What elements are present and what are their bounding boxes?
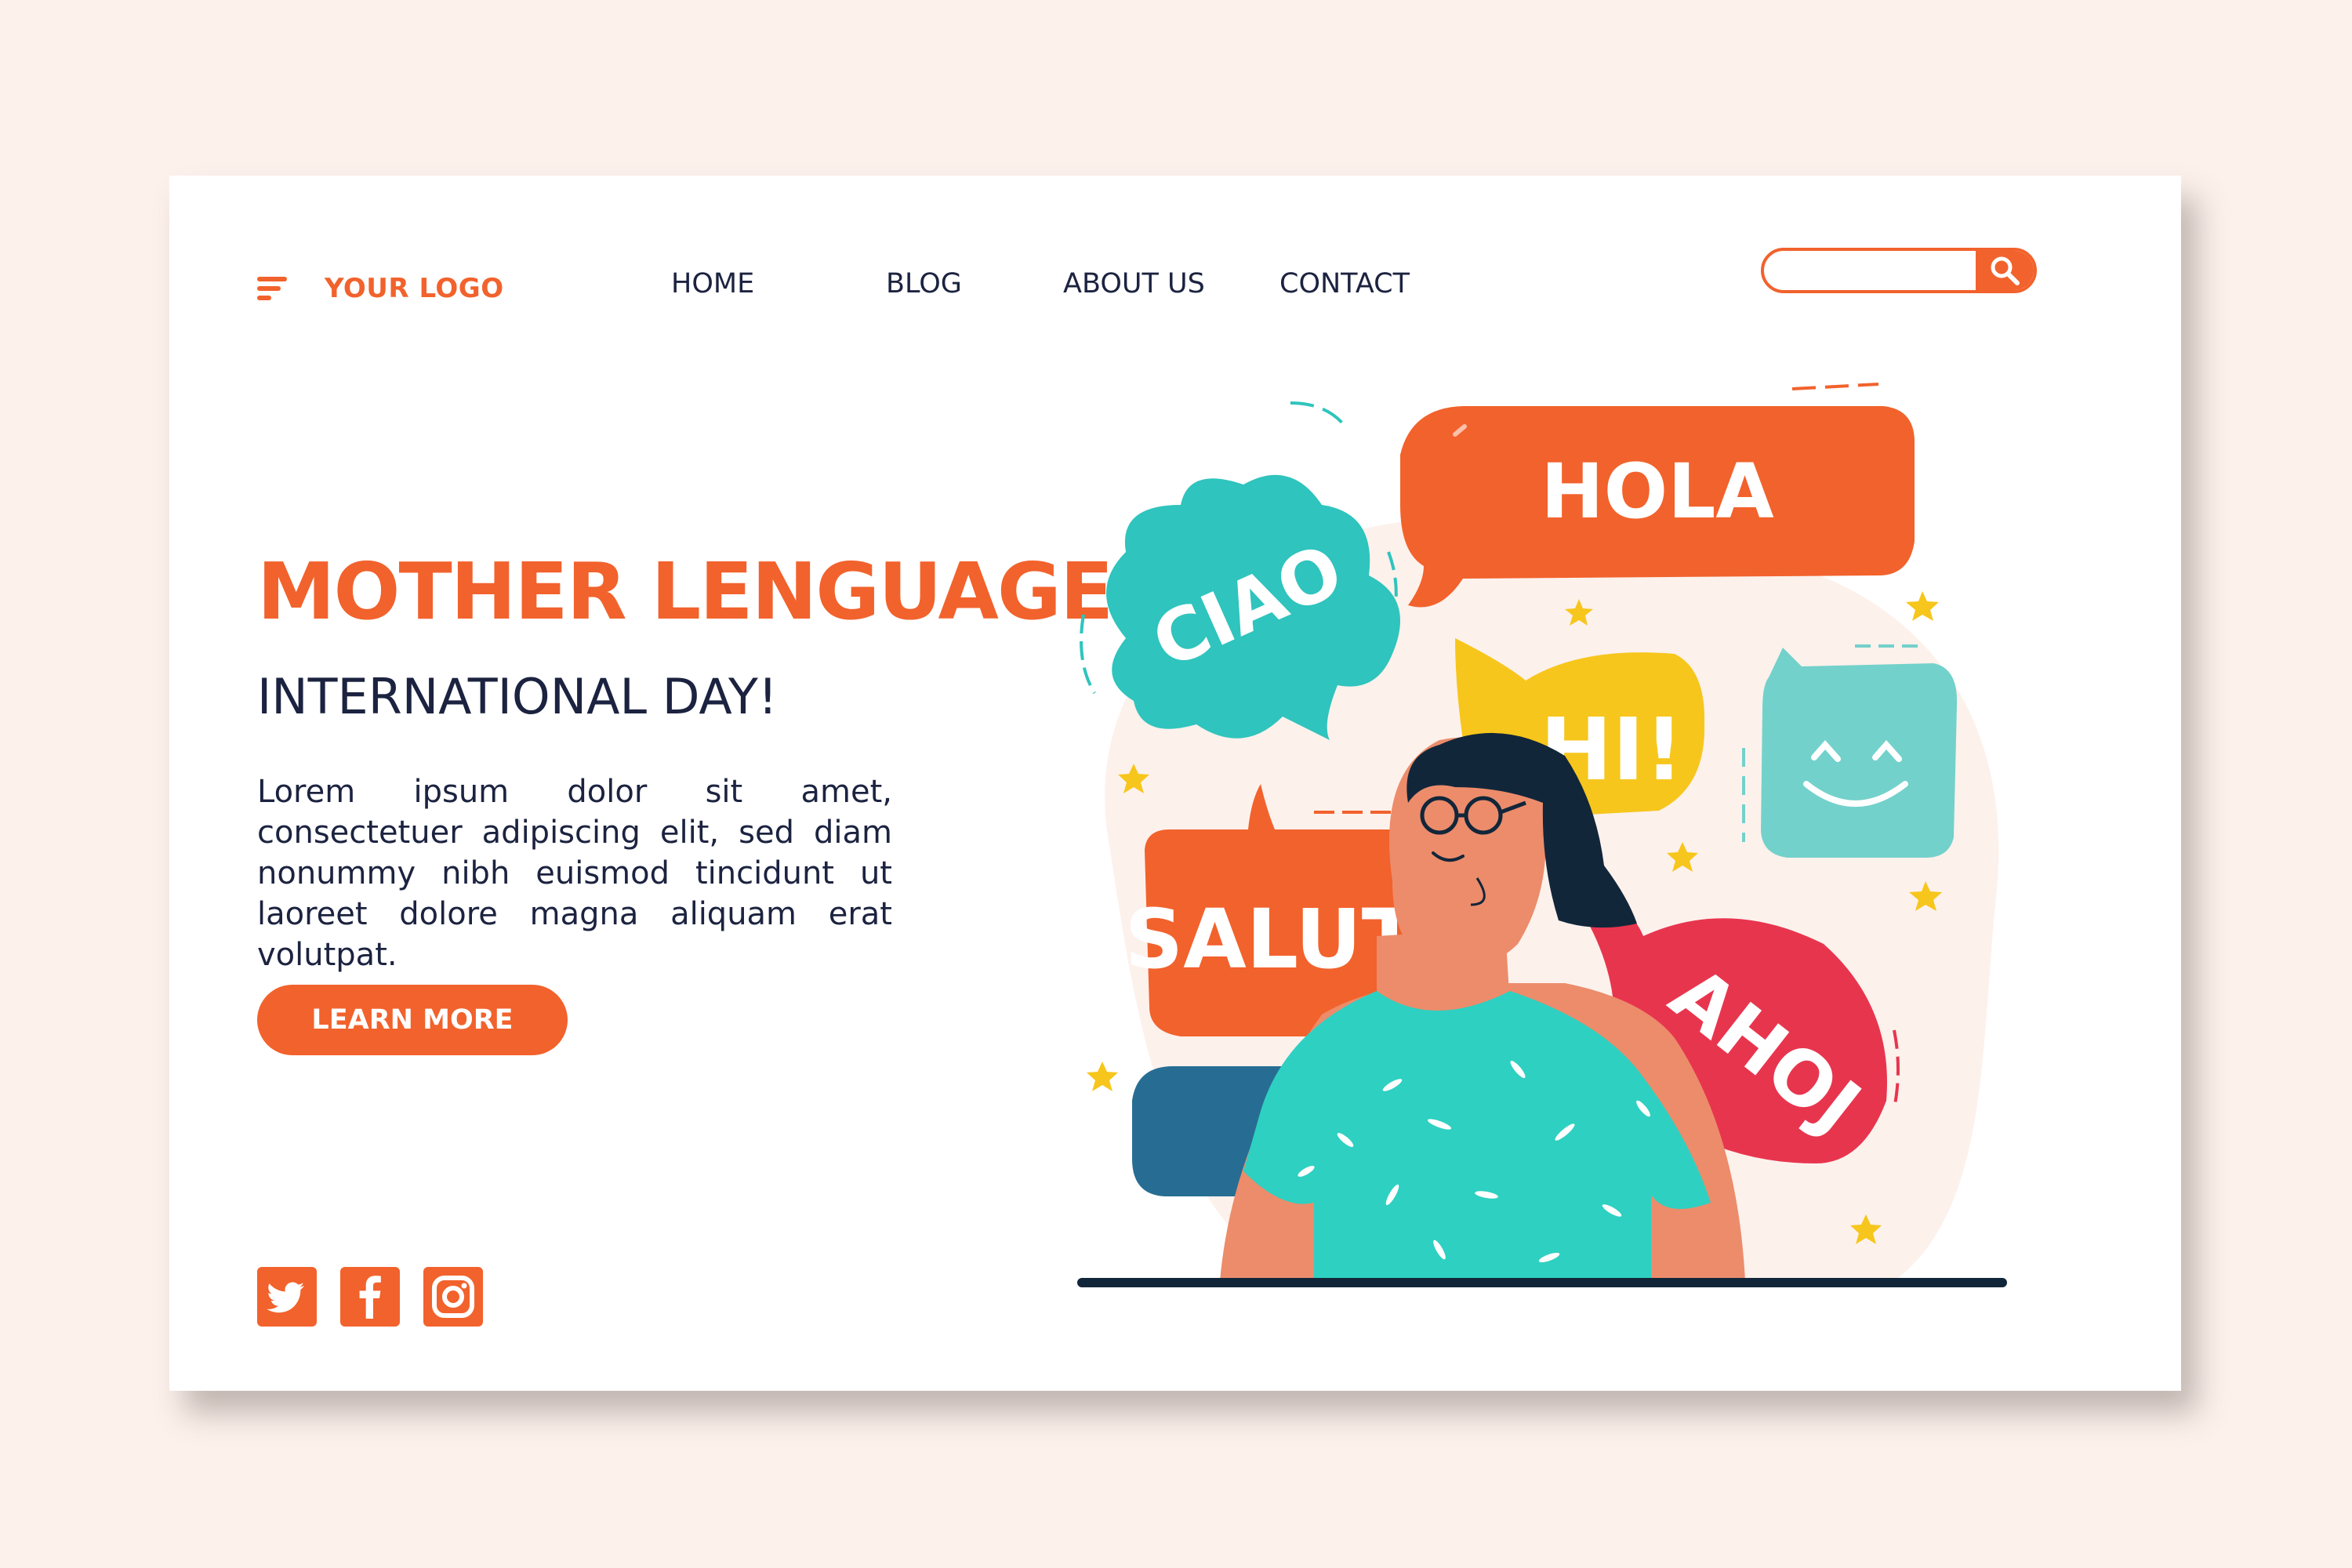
landing-page-card: YOUR LOGO HOME BLOG ABOUT US CONTACT MOT… [169, 176, 2181, 1391]
hero-illustration: HOLA HI! CIAO SALUT AHOJ [1077, 383, 2007, 1287]
salut-text: SALUT [1124, 891, 1417, 987]
floor-line [1077, 1278, 2007, 1287]
hola-text: HOLA [1541, 448, 1773, 535]
smiley-bubble [1742, 644, 1958, 858]
hola-bubble: HOLA [1400, 383, 1915, 608]
